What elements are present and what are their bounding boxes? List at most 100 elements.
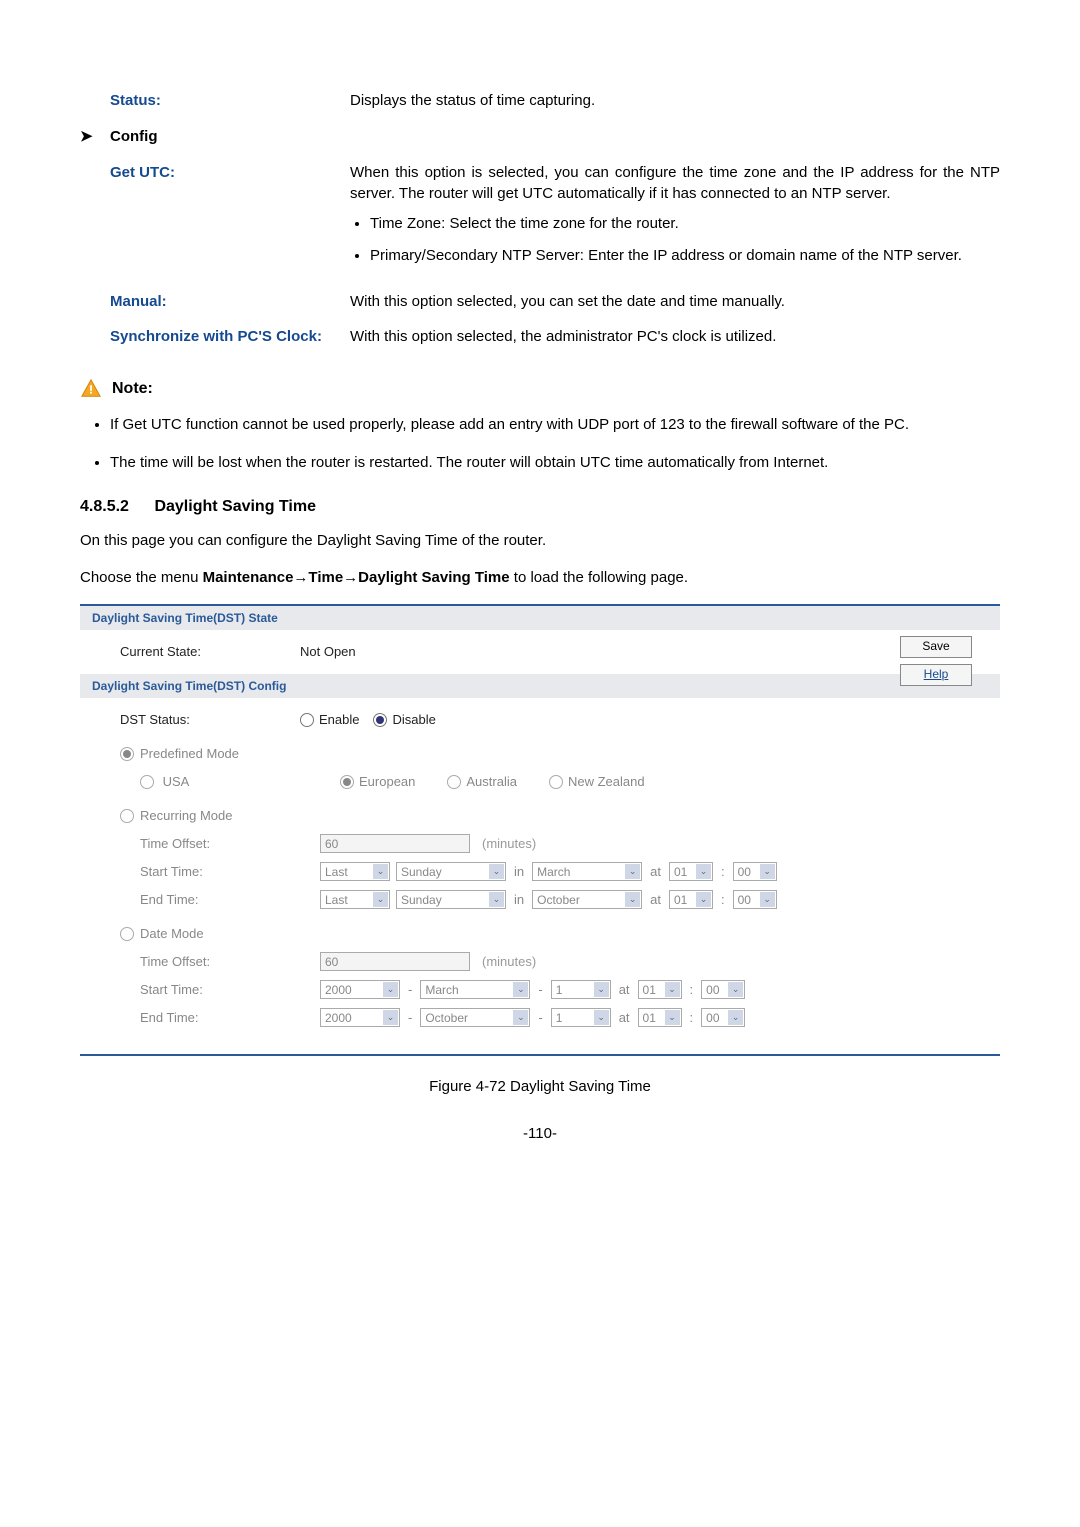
in-label: in (506, 864, 532, 879)
date-end-min[interactable]: 00⌄ (701, 1008, 745, 1027)
dst-status-label: DST Status: (96, 712, 300, 727)
recur-end-month[interactable]: October⌄ (532, 890, 642, 909)
usa-radio[interactable] (140, 775, 154, 789)
section-title: Daylight Saving Time (154, 498, 316, 515)
recur-start-day[interactable]: Sunday⌄ (396, 862, 506, 881)
european-radio[interactable] (340, 775, 354, 789)
recur-time-offset-input[interactable]: 60 (320, 834, 470, 853)
in-label: in (506, 892, 532, 907)
status-row: Status: Displays the status of time capt… (80, 90, 1000, 112)
nz-label: New Zealand (568, 774, 645, 789)
sync-label: Synchronize with PC'S Clock: (110, 326, 350, 348)
colon: : (682, 982, 702, 997)
recur-end-min[interactable]: 00⌄ (733, 890, 777, 909)
recur-start-month[interactable]: March⌄ (532, 862, 642, 881)
get-utc-desc: When this option is selected, you can co… (350, 162, 1000, 277)
predefined-mode-label: Predefined Mode (140, 746, 239, 761)
australia-radio[interactable] (447, 775, 461, 789)
recur-start-hour[interactable]: 01⌄ (669, 862, 713, 881)
disable-radio[interactable] (373, 713, 387, 727)
dst-menu-line: Choose the menu Maintenance→Time→Dayligh… (80, 567, 1000, 588)
chevron-down-icon: ⌄ (728, 982, 743, 997)
get-utc-row: Get UTC: When this option is selected, y… (80, 162, 1000, 277)
recurring-mode-label: Recurring Mode (140, 808, 233, 823)
get-utc-label: Get UTC: (110, 162, 350, 277)
dash: - (530, 982, 550, 997)
date-end-hour[interactable]: 01⌄ (638, 1008, 682, 1027)
dash: - (530, 1010, 550, 1025)
chevron-down-icon: ⌄ (696, 892, 711, 907)
menu-prefix: Choose the menu (80, 569, 203, 586)
date-end-label: End Time: (96, 1010, 320, 1025)
date-end-month[interactable]: October⌄ (420, 1008, 530, 1027)
chevron-down-icon: ⌄ (665, 982, 680, 997)
enable-label: Enable (319, 712, 359, 727)
minutes-label-2: (minutes) (482, 954, 536, 969)
chevron-down-icon: ⌄ (489, 892, 504, 907)
chevron-down-icon: ⌄ (373, 892, 388, 907)
recur-start-week[interactable]: Last⌄ (320, 862, 390, 881)
date-mode-radio[interactable] (120, 927, 134, 941)
dst-state-body: Current State: Not Open (80, 630, 1000, 674)
bullet-timezone: Time Zone: Select the time zone for the … (370, 213, 1000, 235)
chevron-down-icon: ⌄ (383, 982, 398, 997)
recurring-mode-radio[interactable] (120, 809, 134, 823)
recur-end-week[interactable]: Last⌄ (320, 890, 390, 909)
manual-desc: With this option selected, you can set t… (350, 291, 1000, 313)
arrow-icon: ➤ (80, 126, 110, 148)
menu-suffix: to load the following page. (510, 569, 688, 586)
recur-end-day[interactable]: Sunday⌄ (396, 890, 506, 909)
at-label: at (611, 1010, 638, 1025)
chevron-down-icon: ⌄ (625, 864, 640, 879)
date-start-year[interactable]: 2000⌄ (320, 980, 400, 999)
chevron-down-icon: ⌄ (594, 982, 609, 997)
chevron-down-icon: ⌄ (594, 1010, 609, 1025)
recur-time-offset-label: Time Offset: (96, 836, 320, 851)
enable-radio[interactable] (300, 713, 314, 727)
chevron-down-icon: ⌄ (760, 864, 775, 879)
date-start-min[interactable]: 00⌄ (701, 980, 745, 999)
european-label: European (359, 774, 415, 789)
date-end-year[interactable]: 2000⌄ (320, 1008, 400, 1027)
colon: : (713, 892, 733, 907)
recur-start-label: Start Time: (96, 864, 320, 879)
date-time-offset-input[interactable]: 60 (320, 952, 470, 971)
note-item-1: If Get UTC function cannot be used prope… (110, 414, 1000, 436)
australia-label: Australia (466, 774, 517, 789)
chevron-down-icon: ⌄ (625, 892, 640, 907)
usa-label: USA (163, 774, 190, 789)
dst-config-body: DST Status: Enable Disable Save Help Pre… (80, 698, 1000, 1040)
manual-row: Manual: With this option selected, you c… (80, 291, 1000, 313)
date-start-month[interactable]: March⌄ (420, 980, 530, 999)
sync-desc: With this option selected, the administr… (350, 326, 1000, 348)
dst-intro: On this page you can configure the Dayli… (80, 530, 1000, 551)
page-number: -110- (80, 1125, 1000, 1142)
recur-start-min[interactable]: 00⌄ (733, 862, 777, 881)
config-heading: Config (110, 126, 350, 148)
section-number: 4.8.5.2 (80, 498, 150, 516)
date-start-label: Start Time: (96, 982, 320, 997)
recur-end-hour[interactable]: 01⌄ (669, 890, 713, 909)
dash: - (400, 982, 420, 997)
save-button[interactable]: Save (900, 636, 972, 658)
config-heading-row: ➤ Config (80, 126, 1000, 148)
help-button[interactable]: Help (900, 664, 972, 686)
note-list: If Get UTC function cannot be used prope… (80, 414, 1000, 474)
colon: : (682, 1010, 702, 1025)
chevron-down-icon: ⌄ (489, 864, 504, 879)
note-header: Note: (80, 378, 1000, 400)
minutes-label-1: (minutes) (482, 836, 536, 851)
get-utc-bullets: Time Zone: Select the time zone for the … (350, 213, 1000, 267)
disable-label: Disable (392, 712, 435, 727)
dash: - (400, 1010, 420, 1025)
predefined-mode-radio[interactable] (120, 747, 134, 761)
date-start-day[interactable]: 1⌄ (551, 980, 611, 999)
nz-radio[interactable] (549, 775, 563, 789)
figure-caption: Figure 4-72 Daylight Saving Time (80, 1078, 1000, 1095)
date-mode-label: Date Mode (140, 926, 204, 941)
menu-path: Maintenance→Time→Daylight Saving Time (203, 569, 510, 586)
dst-state-head: Daylight Saving Time(DST) State (80, 606, 1000, 630)
date-end-day[interactable]: 1⌄ (551, 1008, 611, 1027)
at-label: at (642, 892, 669, 907)
date-start-hour[interactable]: 01⌄ (638, 980, 682, 999)
